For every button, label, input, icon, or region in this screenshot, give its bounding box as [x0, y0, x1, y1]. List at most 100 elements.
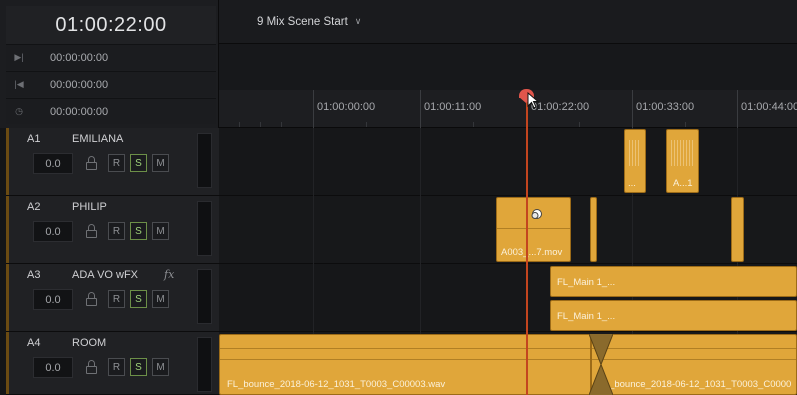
mute-button[interactable]: M	[152, 154, 169, 172]
track-name[interactable]: ADA VO wFX	[72, 269, 138, 281]
clip-gain-handle-icon[interactable]	[530, 207, 544, 221]
ruler-minor-tick	[366, 122, 367, 127]
audio-clip[interactable]: FL_bounce_2018-06-12_1031_T0003_C00003.w…	[219, 334, 591, 395]
ruler-label: 01:00:22:00	[531, 101, 590, 113]
audio-level-meter	[197, 201, 212, 256]
solo-button[interactable]: S	[130, 222, 147, 240]
ruler-minor-tick	[281, 122, 282, 127]
track-id: A1	[27, 133, 41, 145]
audio-clip[interactable]: ...	[624, 129, 646, 193]
record-arm-button[interactable]: R	[108, 290, 125, 308]
ruler-label: 01:00:44:00	[741, 101, 797, 113]
track-header-a2[interactable]: A2 PHILIP 0.0 R S M	[6, 196, 219, 264]
track-header-a4[interactable]: A4 ROOM 0.0 R S M	[6, 332, 219, 395]
track-lane-a1[interactable]	[219, 128, 797, 196]
track-color-bar	[6, 332, 9, 394]
timecode-value: 00:00:00:00	[50, 51, 109, 64]
waveform	[671, 140, 694, 166]
track-header-a3[interactable]: A3 ADA VO wFX fx 0.0 R S M	[6, 264, 219, 332]
timecode-panel: 01:00:22:00 ▶| 00:00:00:00 |◀ 00:00:00:0…	[0, 0, 219, 128]
lock-icon[interactable]	[86, 292, 97, 306]
toolbar-area	[219, 44, 797, 90]
playhead[interactable]	[526, 96, 528, 395]
track-volume-field[interactable]: 0.0	[33, 221, 73, 242]
audio-level-meter	[197, 337, 212, 392]
ruler-label: 01:00:11:00	[424, 101, 482, 113]
record-arm-button[interactable]: R	[108, 154, 125, 172]
clip-volume-line	[220, 359, 590, 360]
mouse-pointer-icon	[527, 92, 539, 109]
track-volume-field[interactable]: 0.0	[33, 153, 73, 174]
lock-icon[interactable]	[86, 156, 97, 170]
timecode-row-duration[interactable]: ◷ 00:00:00:00	[6, 98, 216, 124]
fx-icon[interactable]: fx	[164, 268, 174, 281]
track-header-a1[interactable]: A1 EMILIANA 0.0 R S M	[6, 128, 219, 196]
ruler-label: 01:00:00:00	[317, 101, 376, 113]
clip-label: A003_...7.mov	[501, 247, 563, 258]
mute-button[interactable]: M	[152, 222, 169, 240]
clip-label: FL_bounce_2018-06-12_1031_T0003_C00003.w…	[227, 379, 446, 390]
timecode-row-prev[interactable]: |◀ 00:00:00:00	[6, 71, 216, 97]
timeline-ruler[interactable]: 01:00:00:00 01:00:11:00 01:00:22:00 01:0…	[219, 90, 797, 128]
ruler-minor-tick	[685, 122, 686, 127]
play-prev-icon: |◀	[14, 79, 24, 89]
timecode-value: 00:00:00:00	[50, 105, 109, 118]
audio-clip[interactable]: FL_bounce_2018-06-12_1031_T0003_C0000	[591, 334, 797, 395]
ruler-minor-tick	[239, 122, 240, 127]
timeline-name-dropdown[interactable]: 9 Mix Scene Start	[257, 16, 348, 28]
audio-clip[interactable]: A...1	[666, 129, 699, 193]
record-arm-button[interactable]: R	[108, 222, 125, 240]
solo-button[interactable]: S	[130, 290, 147, 308]
track-name[interactable]: PHILIP	[72, 201, 107, 213]
audio-clip[interactable]	[731, 197, 744, 262]
timeline-selector-bar: 9 Mix Scene Start ∨	[219, 0, 797, 44]
audio-clip[interactable]: FL_Main 1_...	[550, 266, 797, 297]
ruler-tick	[313, 90, 314, 128]
main-timecode[interactable]: 01:00:22:00	[6, 6, 216, 44]
mute-button[interactable]: M	[152, 358, 169, 376]
clip-volume-line	[220, 348, 590, 349]
ruler-minor-tick	[579, 122, 580, 127]
crossfade-transition[interactable]	[589, 334, 613, 395]
record-arm-button[interactable]: R	[108, 358, 125, 376]
track-volume-field[interactable]: 0.0	[33, 289, 73, 310]
audio-clip[interactable]: FL_Main 1_...	[550, 300, 797, 331]
lock-icon[interactable]	[86, 224, 97, 238]
ruler-tick	[632, 90, 633, 128]
track-color-bar	[6, 196, 9, 263]
audio-level-meter	[197, 269, 212, 324]
track-id: A2	[27, 201, 41, 213]
track-volume-field[interactable]: 0.0	[33, 357, 73, 378]
clip-volume-line	[497, 228, 570, 229]
ruler-tick	[420, 90, 421, 128]
play-next-icon: ▶|	[14, 52, 24, 62]
track-name[interactable]: ROOM	[72, 337, 106, 349]
timecode-row-next[interactable]: ▶| 00:00:00:00	[6, 44, 216, 70]
main-timecode-value: 01:00:22:00	[55, 13, 167, 36]
solo-button[interactable]: S	[130, 358, 147, 376]
ruler-minor-tick	[260, 122, 261, 127]
clip-label: FL_Main 1_...	[557, 311, 616, 322]
track-name[interactable]: EMILIANA	[72, 133, 123, 145]
clock-icon: ◷	[15, 106, 23, 116]
track-id: A3	[27, 269, 41, 281]
mute-button[interactable]: M	[152, 290, 169, 308]
chevron-down-icon[interactable]: ∨	[355, 16, 362, 27]
timeline-editor: 01:00:22:00 ▶| 00:00:00:00 |◀ 00:00:00:0…	[0, 0, 797, 395]
ruler-tick	[737, 90, 738, 128]
track-color-bar	[6, 128, 9, 195]
ruler-minor-tick	[473, 122, 474, 127]
audio-clip[interactable]	[590, 197, 597, 262]
track-id: A4	[27, 337, 41, 349]
lock-icon[interactable]	[86, 360, 97, 374]
clip-label: FL_Main 1_...	[557, 277, 616, 288]
solo-button[interactable]: S	[130, 154, 147, 172]
clip-volume-line	[592, 359, 796, 360]
timecode-value: 00:00:00:00	[50, 78, 109, 91]
clip-label: A...1	[673, 178, 693, 189]
track-color-bar	[6, 264, 9, 331]
clip-volume-line	[592, 348, 796, 349]
audio-level-meter	[197, 133, 212, 188]
clip-label: FL_bounce_2018-06-12_1031_T0003_C0000	[598, 379, 792, 390]
waveform	[629, 140, 641, 166]
